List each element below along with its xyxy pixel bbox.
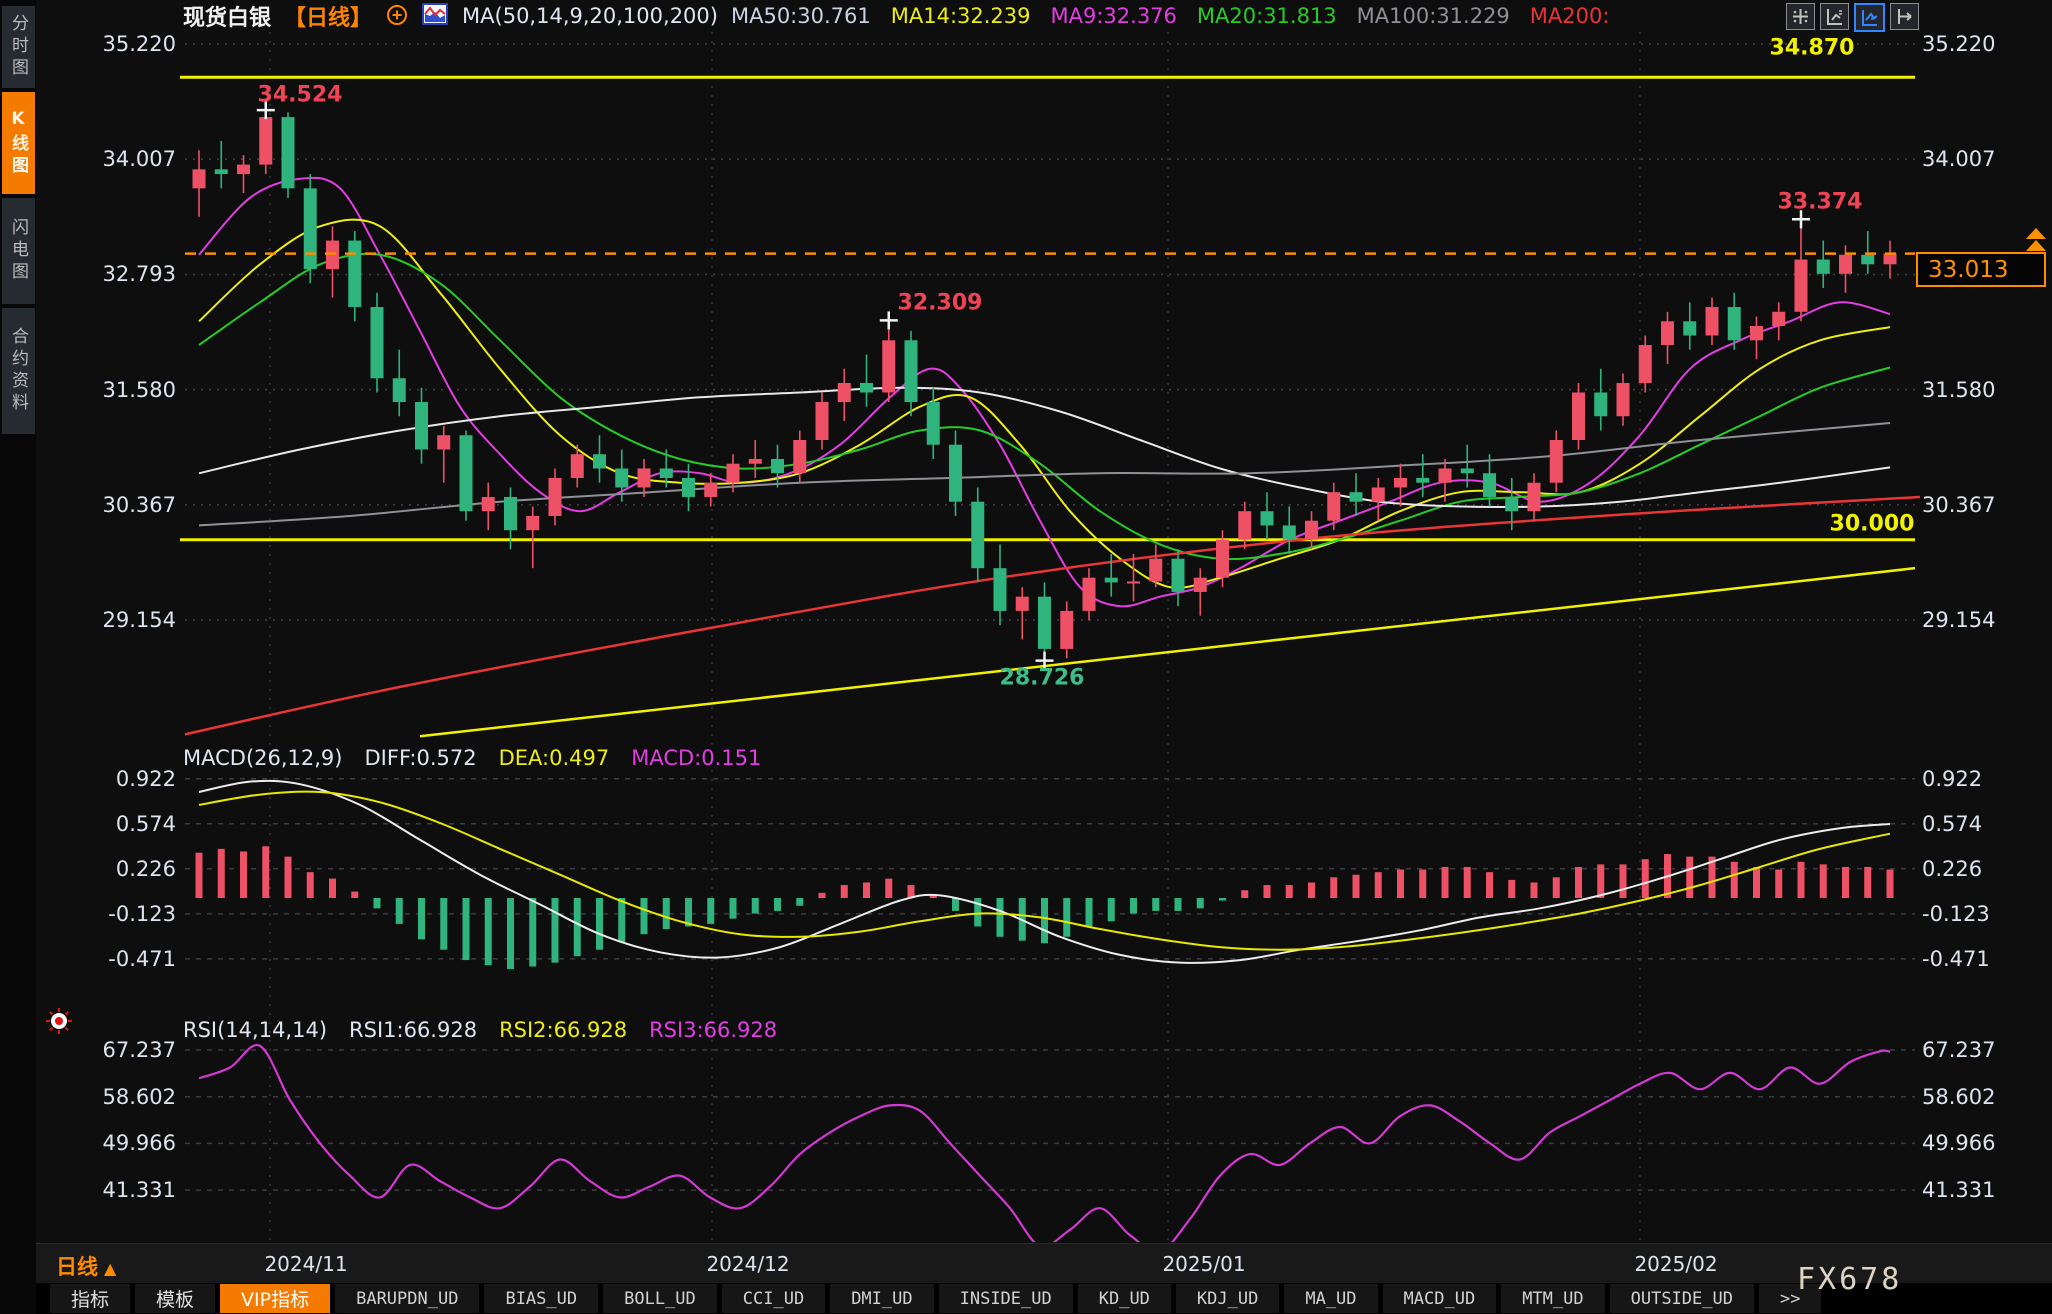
indicator-tab[interactable]: CCI_UD [722, 1284, 825, 1313]
indicator-tab[interactable]: 指标 [50, 1284, 130, 1313]
axis-tick-label: 67.237 [0, 1038, 176, 1062]
axis-tick-label: 0.226 [0, 857, 176, 881]
price-annotation: 34.870 [1770, 36, 1855, 61]
price-annotation: 32.309 [898, 291, 983, 316]
price-annotation: 28.726 [1000, 666, 1085, 691]
indicator-tab[interactable]: DMI_UD [830, 1284, 933, 1313]
current-price-value: 33.013 [1928, 257, 2008, 283]
axis-tick-label: 41.331 [1922, 1178, 1995, 1202]
chart-toolbar [1786, 3, 1919, 32]
indicator-value-label: RSI1:66.928 [349, 1018, 477, 1042]
axis-tick-label: 49.966 [1922, 1131, 1995, 1155]
indicator-tab-bar: 指标模板VIP指标BARUPDN_UDBIAS_UDBOLL_UDCCI_UDD… [36, 1283, 2052, 1314]
timeframe-selector[interactable]: 日线▲ [56, 1251, 116, 1281]
current-price-box: 33.013 [1916, 252, 2046, 287]
axis-tick-label: 31.580 [1922, 378, 1995, 402]
price-up-arrow-icon [2026, 228, 2046, 239]
axis-tick-label: 29.154 [0, 608, 176, 632]
axis-tick-label: 58.602 [1922, 1085, 1995, 1109]
watermark: FX678 [1797, 1262, 1902, 1297]
axis-tick-label: 34.007 [1922, 147, 1995, 171]
trading-terminal: 分时图K线图闪电图合约资料 现货白银 【日线】 MA(50,14,9,20,10… [0, 0, 2052, 1314]
ma-value-label: MA20:31.813 [1197, 4, 1337, 28]
indicator-value-label: RSI2:66.928 [499, 1018, 627, 1042]
indicator-value-label: MACD(26,12,9) [183, 746, 343, 770]
macd-header: MACD(26,12,9) DIFF:0.572 DEA:0.497 MACD:0.1… [183, 746, 761, 770]
axis-tick-label: -0.123 [0, 902, 176, 926]
axis-tick-label: 30.367 [0, 493, 176, 517]
date-axis-label: 2025/02 [1634, 1252, 1717, 1276]
axis-tick-label: 0.226 [1922, 857, 1982, 881]
indicator-tab[interactable]: OUTSIDE_UD [1610, 1284, 1754, 1313]
time-axis-row: 日线▲ 2024/11 2024/12 2025/01 2025/02 [36, 1243, 2052, 1284]
pane-shift-tool-icon[interactable] [1890, 3, 1919, 30]
axis-tick-label: 41.331 [0, 1178, 176, 1202]
indicator-tab[interactable]: KD_UD [1078, 1284, 1171, 1313]
indicator-tab[interactable]: MTM_UD [1501, 1284, 1604, 1313]
ma-value-label: MA200: [1530, 4, 1610, 28]
indicator-tab[interactable]: BOLL_UD [603, 1284, 717, 1313]
extreme-cross-marker [880, 311, 898, 329]
ma-value-label: MA50:30.761 [731, 4, 871, 28]
alert-blink-icon[interactable] [44, 1006, 74, 1040]
chart-header: 现货白银 【日线】 MA(50,14,9,20,100,200) MA50:30… [183, 1, 1609, 31]
indicator-tab[interactable]: KDJ_UD [1176, 1284, 1279, 1313]
axis-tick-label: 0.574 [1922, 812, 1982, 836]
ma-values: MA50:30.761 MA14:32.239 MA9:32.376 MA20:31.… [731, 4, 1609, 28]
left-scale-tool-icon[interactable] [1820, 3, 1849, 30]
add-overlay-icon[interactable] [385, 2, 409, 30]
axis-tick-label: 0.574 [0, 812, 176, 836]
axis-tick-label: -0.471 [0, 947, 176, 971]
axis-tick-label: 0.922 [1922, 767, 1982, 791]
axis-tick-label: 31.580 [0, 378, 176, 402]
axis-tick-label: -0.471 [1922, 947, 1990, 971]
date-axis-label: 2024/11 [264, 1252, 347, 1276]
indicator-tab[interactable]: VIP指标 [220, 1284, 330, 1313]
indicator-value-label: RSI(14,14,14) [183, 1018, 327, 1042]
axis-tick-label: 58.602 [0, 1085, 176, 1109]
up-triangle-icon: ▲ [104, 1259, 116, 1278]
price-annotation: 33.374 [1778, 190, 1863, 215]
indicator-value-label: DEA:0.497 [499, 746, 610, 770]
ma-value-label: MA14:32.239 [891, 4, 1031, 28]
indicator-tab[interactable]: BIAS_UD [484, 1284, 598, 1313]
indicator-tab[interactable]: MA_UD [1284, 1284, 1377, 1313]
symbol-name: 现货白银 [183, 0, 271, 32]
axis-tick-label: 35.220 [0, 32, 176, 56]
price-annotation: 34.524 [258, 83, 343, 108]
price-up-arrow-icon [2026, 240, 2046, 251]
axis-tick-label: 0.922 [0, 767, 176, 791]
indicator-tab[interactable]: INSIDE_UD [939, 1284, 1073, 1313]
axis-tick-label: 67.237 [1922, 1038, 1995, 1062]
indicator-tab[interactable]: BARUPDN_UD [335, 1284, 479, 1313]
indicator-value-label: MACD:0.151 [631, 746, 761, 770]
axis-tick-label: 29.154 [1922, 608, 1995, 632]
crosshair-tool-icon[interactable] [1786, 3, 1815, 30]
indicator-tab[interactable]: MACD_UD [1383, 1284, 1497, 1313]
right-scale-tool-icon[interactable] [1854, 3, 1885, 32]
axis-tick-label: 32.793 [0, 262, 176, 286]
indicator-value-label: RSI3:66.928 [649, 1018, 777, 1042]
timeframe-tag: 【日线】 [284, 0, 372, 32]
axis-tick-label: -0.123 [1922, 902, 1990, 926]
rsi-header: RSI(14,14,14) RSI1:66.928 RSI2:66.928 RSI3:… [183, 1018, 777, 1042]
price-annotation: 30.000 [1830, 512, 1915, 537]
ma-settings-label: MA(50,14,9,20,100,200) [462, 4, 718, 28]
indicator-tab[interactable]: 模板 [135, 1284, 215, 1313]
ma-value-label: MA100:31.229 [1357, 4, 1510, 28]
date-axis-label: 2025/01 [1162, 1252, 1245, 1276]
chart-canvas[interactable] [0, 0, 2052, 1314]
axis-tick-label: 34.007 [0, 147, 176, 171]
indicator-value-label: DIFF:0.572 [365, 746, 477, 770]
axis-tick-label: 49.966 [0, 1131, 176, 1155]
ma-value-label: MA9:32.376 [1051, 4, 1177, 28]
axis-tick-label: 30.367 [1922, 493, 1995, 517]
axis-tick-label: 35.220 [1922, 32, 1995, 56]
indicator-chart-icon[interactable] [422, 2, 449, 30]
date-axis-label: 2024/12 [706, 1252, 789, 1276]
